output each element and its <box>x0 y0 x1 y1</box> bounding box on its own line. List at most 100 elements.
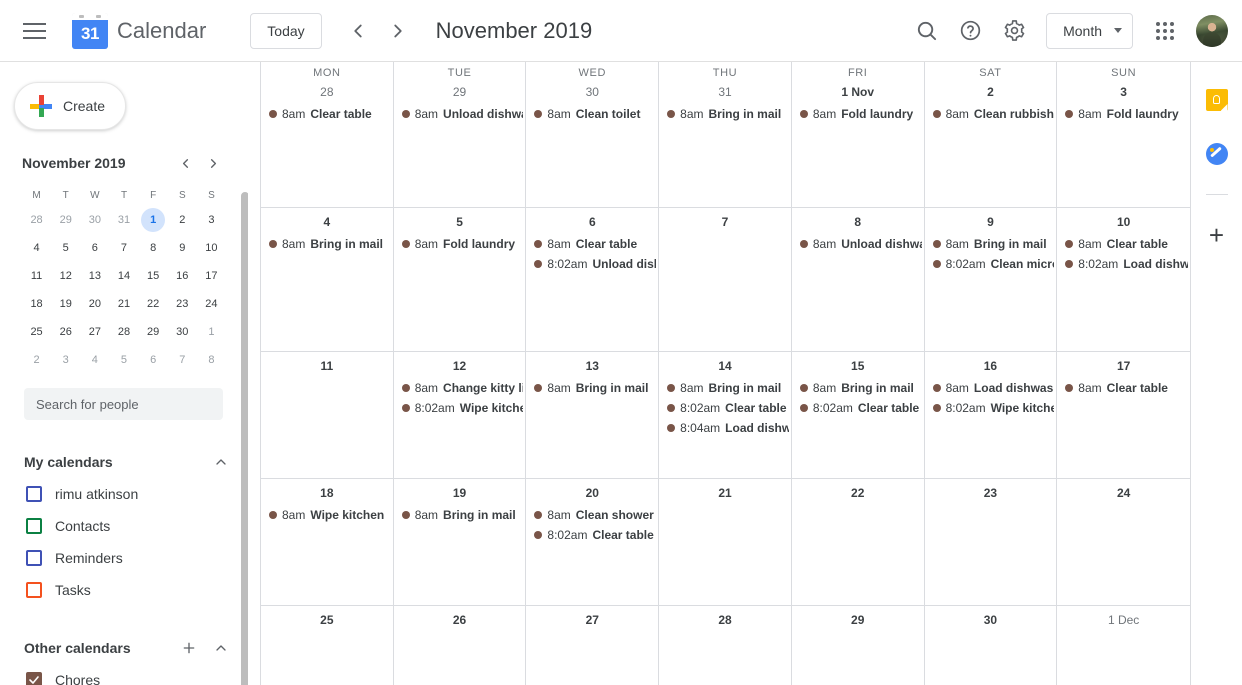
day-number[interactable]: 20 <box>526 482 658 504</box>
day-number[interactable]: 11 <box>261 355 393 377</box>
create-button[interactable]: Create <box>14 82 126 130</box>
previous-period-icon[interactable] <box>338 11 378 51</box>
day-number[interactable]: 3 <box>1057 81 1190 103</box>
day-cell[interactable]: 5 8am Fold laundry <box>394 208 527 351</box>
day-number[interactable]: 12 <box>394 355 526 377</box>
day-number[interactable]: 21 <box>659 482 791 504</box>
day-number[interactable]: 19 <box>394 482 526 504</box>
calendar-event[interactable]: 8am Bring in mail <box>661 378 789 398</box>
calendar-checkbox[interactable] <box>26 518 42 534</box>
calendar-event[interactable]: 8:02am Unload dishwasher <box>528 254 656 274</box>
day-number[interactable]: 15 <box>792 355 924 377</box>
mini-calendar-day[interactable]: 17 <box>197 262 226 290</box>
gear-icon[interactable] <box>992 9 1036 53</box>
mini-calendar-day[interactable]: 28 <box>22 206 51 234</box>
mini-calendar-day[interactable]: 31 <box>109 206 138 234</box>
day-cell[interactable]: 9 8am Bring in mail 8:02am Clean microwave <box>925 208 1058 351</box>
calendar-event[interactable]: 8:04am Load dishwasher <box>661 418 789 438</box>
day-cell[interactable]: 21 <box>659 479 792 605</box>
mini-calendar-day[interactable]: 8 <box>197 346 226 374</box>
day-cell[interactable]: 4 8am Bring in mail <box>261 208 394 351</box>
calendar-event[interactable]: 8am Unload dishwasher <box>794 234 922 254</box>
mini-calendar-day[interactable]: 1 <box>139 206 168 234</box>
calendar-event[interactable]: 8am Clear table <box>528 234 656 254</box>
mini-calendar-next-icon[interactable] <box>200 150 226 176</box>
calendar-event[interactable]: 8:02am Clear table <box>661 398 789 418</box>
day-number[interactable]: 30 <box>925 609 1057 631</box>
mini-calendar-day[interactable]: 19 <box>51 290 80 318</box>
day-cell[interactable]: 24 <box>1057 479 1190 605</box>
day-cell[interactable]: 22 <box>792 479 925 605</box>
calendar-event[interactable]: 8am Clear table <box>263 104 391 124</box>
mini-calendar-day[interactable]: 5 <box>51 234 80 262</box>
help-icon[interactable] <box>948 9 992 53</box>
calendar-event[interactable]: 8:02am Load dishwasher <box>1059 254 1188 274</box>
mini-calendar-day[interactable]: 30 <box>80 206 109 234</box>
calendar-event[interactable]: 8:02am Clean microwave <box>927 254 1054 274</box>
mini-calendar-prev-icon[interactable] <box>172 150 198 176</box>
keep-icon[interactable] <box>1199 82 1235 118</box>
day-cell[interactable]: 12 8am Change kitty litter 8:02am Wipe kitch… <box>394 352 527 478</box>
day-cell[interactable]: 23 <box>925 479 1058 605</box>
day-number[interactable]: 30 <box>526 81 658 103</box>
day-cell[interactable]: 26 <box>394 606 527 685</box>
today-button[interactable]: Today <box>250 12 322 49</box>
day-cell[interactable]: 28 <box>659 606 792 685</box>
day-cell[interactable]: 7 <box>659 208 792 351</box>
day-number[interactable]: 27 <box>526 609 658 631</box>
calendar-event[interactable]: 8am Clear table <box>1059 378 1188 398</box>
day-number[interactable]: 18 <box>261 482 393 504</box>
mini-calendar-day[interactable]: 7 <box>109 234 138 262</box>
day-cell[interactable]: 20 8am Clean shower 8:02am Clear table <box>526 479 660 605</box>
day-number[interactable]: 17 <box>1057 355 1190 377</box>
calendar-event[interactable]: 8am Bring in mail <box>794 378 922 398</box>
calendar-event[interactable]: 8am Clear table <box>1059 234 1188 254</box>
calendar-event[interactable]: 8am Fold laundry <box>396 234 524 254</box>
day-number[interactable]: 4 <box>261 211 393 233</box>
mini-calendar-day[interactable]: 22 <box>139 290 168 318</box>
day-number[interactable]: 29 <box>394 81 526 103</box>
day-number[interactable]: 28 <box>261 81 393 103</box>
mini-calendar-day[interactable]: 2 <box>168 206 197 234</box>
day-number[interactable]: 13 <box>526 355 658 377</box>
my-calendar-item[interactable]: rimu atkinson <box>0 478 248 510</box>
day-cell[interactable]: 6 8am Clear table 8:02am Unload dishwasher <box>526 208 660 351</box>
mini-calendar-day[interactable]: 12 <box>51 262 80 290</box>
day-number[interactable]: 29 <box>792 609 924 631</box>
day-cell[interactable]: SAT 2 8am Clean rubbish bin <box>925 62 1058 207</box>
calendar-event[interactable]: 8am Clean shower <box>528 505 656 525</box>
calendar-event[interactable]: 8am Wipe kitchen <box>263 505 391 525</box>
day-number[interactable]: 7 <box>659 211 791 233</box>
day-cell[interactable]: 17 8am Clear table <box>1057 352 1190 478</box>
calendar-event[interactable]: 8am Change kitty litter <box>396 378 523 398</box>
day-cell[interactable]: 27 <box>526 606 660 685</box>
mini-calendar-day[interactable]: 6 <box>139 346 168 374</box>
day-number[interactable]: 1 Nov <box>792 81 924 103</box>
day-cell[interactable]: 1 Dec <box>1057 606 1190 685</box>
day-cell[interactable]: 18 8am Wipe kitchen <box>261 479 394 605</box>
day-cell[interactable]: 14 8am Bring in mail 8:02am Clear table 8:04a… <box>659 352 792 478</box>
mini-calendar-day[interactable]: 15 <box>139 262 168 290</box>
calendar-checkbox[interactable] <box>26 550 42 566</box>
calendar-event[interactable]: 8:02am Clear table <box>528 525 656 545</box>
search-icon[interactable] <box>904 9 948 53</box>
day-number[interactable]: 22 <box>792 482 924 504</box>
calendar-event[interactable]: 8am Unload dishwasher <box>396 104 523 124</box>
calendar-event[interactable]: 8:02am Clear table <box>794 398 922 418</box>
mini-calendar-day[interactable]: 14 <box>109 262 138 290</box>
day-cell[interactable]: 15 8am Bring in mail 8:02am Clear table <box>792 352 925 478</box>
mini-calendar-day[interactable]: 26 <box>51 318 80 346</box>
mini-calendar-day[interactable]: 27 <box>80 318 109 346</box>
day-cell[interactable]: 19 8am Bring in mail <box>394 479 527 605</box>
mini-calendar-day[interactable]: 20 <box>80 290 109 318</box>
mini-calendar-day[interactable]: 21 <box>109 290 138 318</box>
day-cell[interactable]: 11 <box>261 352 394 478</box>
mini-calendar-day[interactable]: 23 <box>168 290 197 318</box>
mini-calendar-day[interactable]: 8 <box>139 234 168 262</box>
day-cell[interactable]: 13 8am Bring in mail <box>526 352 660 478</box>
calendar-event[interactable]: 8am Fold laundry <box>1059 104 1188 124</box>
main-menu-icon[interactable] <box>10 7 58 55</box>
mini-calendar-day[interactable]: 25 <box>22 318 51 346</box>
calendar-checkbox[interactable] <box>26 486 42 502</box>
day-cell[interactable]: THU 31 8am Bring in mail <box>659 62 792 207</box>
